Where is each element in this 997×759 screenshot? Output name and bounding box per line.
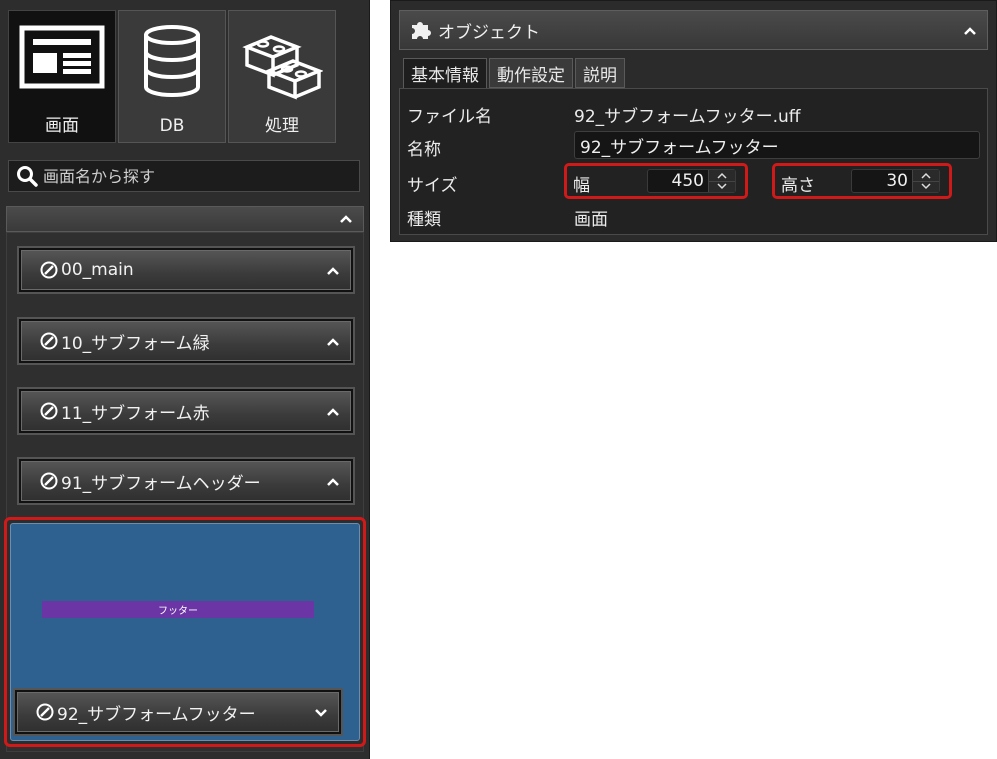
property-tabs: 基本情報 動作設定 説明 xyxy=(403,58,625,89)
blocks-icon xyxy=(242,35,323,100)
height-field-group: 高さ xyxy=(772,163,952,199)
footer-preview-bar: フッター xyxy=(42,601,314,618)
chevron-up-icon xyxy=(340,215,352,223)
tab-behavior[interactable]: 動作設定 xyxy=(489,58,573,88)
chevron-up-icon[interactable] xyxy=(326,335,340,349)
object-properties-panel: オブジェクト 基本情報 動作設定 説明 ファイル名 92_サブフォームフッター.… xyxy=(390,0,997,242)
screen-item-label: 92_サブフォームフッター xyxy=(57,704,256,725)
width-decrement-button[interactable] xyxy=(709,180,735,192)
chevron-down-icon xyxy=(921,183,931,190)
tab-description[interactable]: 説明 xyxy=(575,58,625,88)
type-value: 画面 xyxy=(574,210,608,230)
height-increment-button[interactable] xyxy=(913,170,939,181)
category-db-button[interactable]: DB xyxy=(118,10,226,143)
height-label: 高さ xyxy=(781,176,815,196)
screen-item-label: 91_サブフォームヘッダー xyxy=(61,473,261,494)
selected-screen-highlight: フッター 92_サブフォームフッター xyxy=(4,517,366,747)
width-label: 幅 xyxy=(573,176,590,196)
height-input[interactable] xyxy=(852,170,912,192)
height-stepper xyxy=(851,169,940,193)
screen-item-label: 10_サブフォーム緑 xyxy=(61,333,210,354)
height-decrement-button[interactable] xyxy=(913,180,939,192)
width-field-group: 幅 xyxy=(564,163,748,199)
edit-icon xyxy=(40,472,58,490)
chevron-up-icon[interactable] xyxy=(963,24,977,38)
screen-group-header[interactable] xyxy=(6,206,364,232)
width-increment-button[interactable] xyxy=(709,170,735,181)
chevron-up-icon[interactable] xyxy=(326,405,340,419)
screen-preview[interactable]: フッター 92_サブフォームフッター xyxy=(10,523,360,741)
screen-list-panel: 画面 DB 処理 画面名から探す 00_main 10_サブフォーム緑 11_サ… xyxy=(0,0,370,759)
filename-value: 92_サブフォームフッター.uff xyxy=(574,107,801,127)
screen-item-bar: 00_main xyxy=(21,250,351,290)
type-label: 種類 xyxy=(407,210,441,230)
basic-info-properties: ファイル名 92_サブフォームフッター.uff 名称 サイズ 幅 高さ xyxy=(399,88,988,235)
edit-icon xyxy=(40,332,58,350)
screen-item-92[interactable]: 92_サブフォームフッター xyxy=(13,688,343,736)
tab-basic-info[interactable]: 基本情報 xyxy=(403,58,487,89)
screen-item-91[interactable]: 91_サブフォームヘッダー xyxy=(17,457,355,505)
width-stepper xyxy=(647,169,736,193)
screen-item-bar: 92_サブフォームフッター xyxy=(17,692,339,732)
screen-item-bar: 11_サブフォーム赤 xyxy=(21,391,351,431)
edit-icon xyxy=(36,703,54,721)
edit-icon xyxy=(40,261,58,279)
width-stepper-arrows xyxy=(708,170,735,192)
screen-item-bar: 10_サブフォーム緑 xyxy=(21,321,351,361)
category-process-button[interactable]: 処理 xyxy=(228,10,336,143)
edit-icon xyxy=(40,402,58,420)
database-icon xyxy=(144,25,200,97)
name-label: 名称 xyxy=(407,140,441,160)
chevron-down-icon[interactable] xyxy=(314,706,328,720)
screen-item-00-main[interactable]: 00_main xyxy=(17,246,355,294)
screen-item-label: 11_サブフォーム赤 xyxy=(61,403,210,424)
screen-icon xyxy=(19,25,105,89)
category-screen-button[interactable]: 画面 xyxy=(8,10,116,143)
chevron-up-icon xyxy=(921,172,931,179)
search-icon xyxy=(17,166,38,187)
chevron-up-icon[interactable] xyxy=(326,264,340,278)
screen-item-11[interactable]: 11_サブフォーム赤 xyxy=(17,387,355,435)
chevron-up-icon xyxy=(717,172,727,179)
object-panel-title: オブジェクト xyxy=(438,22,540,43)
screen-item-10[interactable]: 10_サブフォーム緑 xyxy=(17,317,355,365)
object-panel-header[interactable]: オブジェクト xyxy=(399,10,988,50)
screen-search-box xyxy=(8,160,360,192)
screen-search-input[interactable] xyxy=(39,166,359,186)
filename-label: ファイル名 xyxy=(407,107,492,127)
chevron-up-icon[interactable] xyxy=(326,475,340,489)
category-tabs: 画面 DB 処理 xyxy=(8,10,336,143)
puzzle-icon xyxy=(412,22,431,39)
category-screen-label: 画面 xyxy=(45,116,79,136)
screen-item-label: 00_main xyxy=(61,260,134,280)
screen-item-bar: 91_サブフォームヘッダー xyxy=(21,461,351,501)
category-db-label: DB xyxy=(159,116,185,136)
width-input[interactable] xyxy=(648,170,708,192)
category-process-label: 処理 xyxy=(265,116,299,136)
name-input[interactable] xyxy=(574,131,980,159)
size-label: サイズ xyxy=(407,176,458,196)
chevron-down-icon xyxy=(717,183,727,190)
height-stepper-arrows xyxy=(912,170,939,192)
